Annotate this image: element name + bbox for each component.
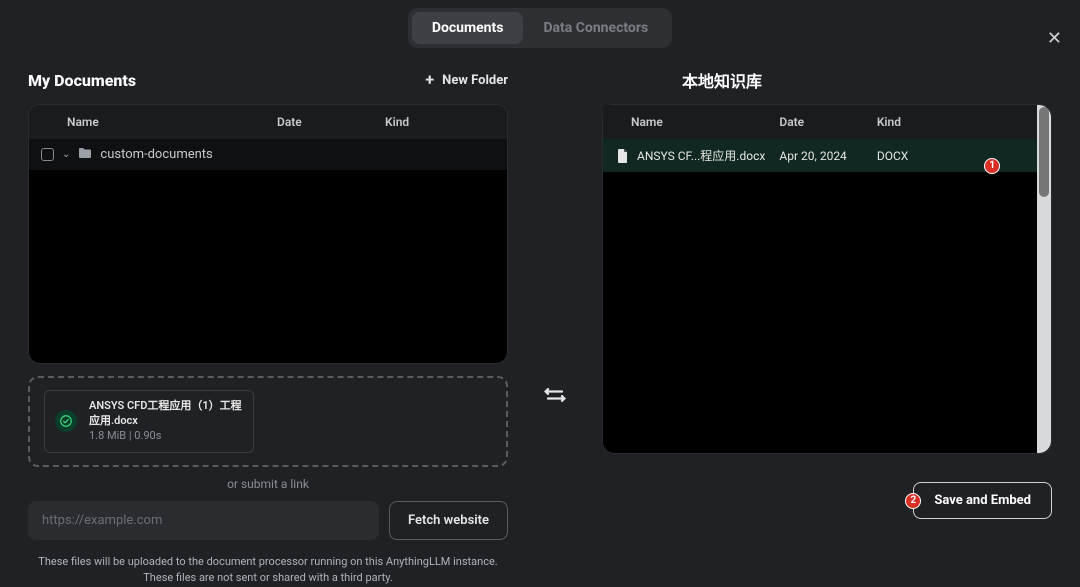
kb-col-date: Date: [779, 115, 876, 129]
close-icon[interactable]: ✕: [1047, 28, 1062, 49]
folder-name: custom-documents: [100, 147, 212, 162]
new-folder-button[interactable]: + New Folder: [425, 72, 508, 88]
kb-item-date: Apr 20, 2024: [779, 149, 876, 163]
folder-icon: [78, 147, 92, 162]
knowledge-base-title: 本地知识库: [682, 68, 762, 92]
upload-item: ANSYS CFD工程应用（1）工程应用.docx 1.8 MiB | 0.90…: [44, 390, 254, 453]
annotation-badge-1: 1: [984, 158, 1000, 174]
disclaimer-text: These files will be uploaded to the docu…: [28, 554, 508, 587]
kb-item-name: ANSYS CF...程应用.docx: [637, 147, 765, 164]
kb-item-kind: DOCX: [877, 149, 908, 163]
transfer-icon[interactable]: [541, 381, 569, 413]
tab-documents[interactable]: Documents: [412, 12, 524, 44]
save-and-embed-button[interactable]: Save and Embed: [913, 482, 1052, 519]
tab-group: Documents Data Connectors: [408, 8, 672, 48]
upload-dropzone[interactable]: ANSYS CFD工程应用（1）工程应用.docx 1.8 MiB | 0.90…: [28, 376, 508, 467]
folder-row[interactable]: ⌄ custom-documents: [29, 139, 507, 170]
chevron-down-icon[interactable]: ⌄: [62, 149, 70, 160]
upload-filename: ANSYS CFD工程应用（1）工程应用.docx: [89, 399, 243, 429]
disclaimer-line2: These files are not sent or shared with …: [28, 570, 508, 587]
knowledge-base-panel: Name Date Kind ANSYS CF...程应用.docx Apr 2…: [602, 104, 1052, 454]
col-kind-header: Kind: [385, 115, 493, 129]
scrollbar[interactable]: [1037, 105, 1051, 453]
col-name-header: Name: [43, 115, 277, 129]
documents-header-row: Name Date Kind: [29, 105, 507, 139]
disclaimer-line1: These files will be uploaded to the docu…: [28, 554, 508, 571]
col-date-header: Date: [277, 115, 385, 129]
upload-meta: 1.8 MiB | 0.90s: [89, 429, 243, 444]
success-icon: [55, 410, 77, 432]
annotation-badge-2: 2: [905, 493, 921, 509]
tab-data-connectors[interactable]: Data Connectors: [523, 12, 668, 44]
submit-link-label: or submit a link: [28, 477, 508, 491]
new-folder-label: New Folder: [442, 73, 508, 88]
kb-col-kind: Kind: [877, 115, 974, 129]
documents-panel: Name Date Kind ⌄ custom-documents: [28, 104, 508, 364]
fetch-website-button[interactable]: Fetch website: [389, 501, 508, 540]
document-icon: [617, 149, 629, 163]
kb-row[interactable]: ANSYS CF...程应用.docx Apr 20, 2024 DOCX 1: [603, 139, 1037, 172]
kb-col-name: Name: [617, 115, 779, 129]
url-input[interactable]: [28, 501, 379, 540]
my-documents-title: My Documents: [28, 71, 136, 90]
plus-icon: +: [425, 72, 434, 88]
kb-header-row: Name Date Kind: [603, 105, 1037, 139]
scrollbar-thumb[interactable]: [1039, 107, 1049, 197]
folder-checkbox[interactable]: [41, 148, 54, 161]
